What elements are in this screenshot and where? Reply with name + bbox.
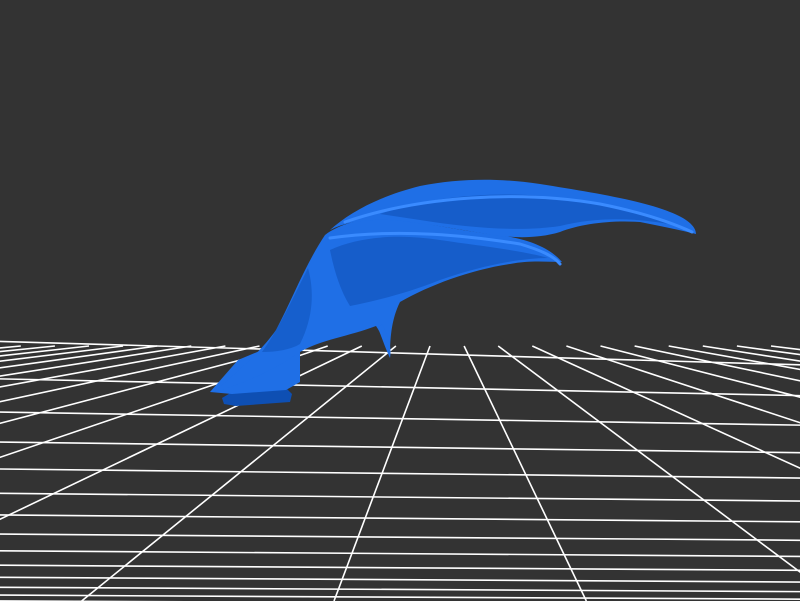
3d-viewport[interactable]: [0, 0, 800, 601]
scene-canvas[interactable]: [0, 0, 800, 601]
